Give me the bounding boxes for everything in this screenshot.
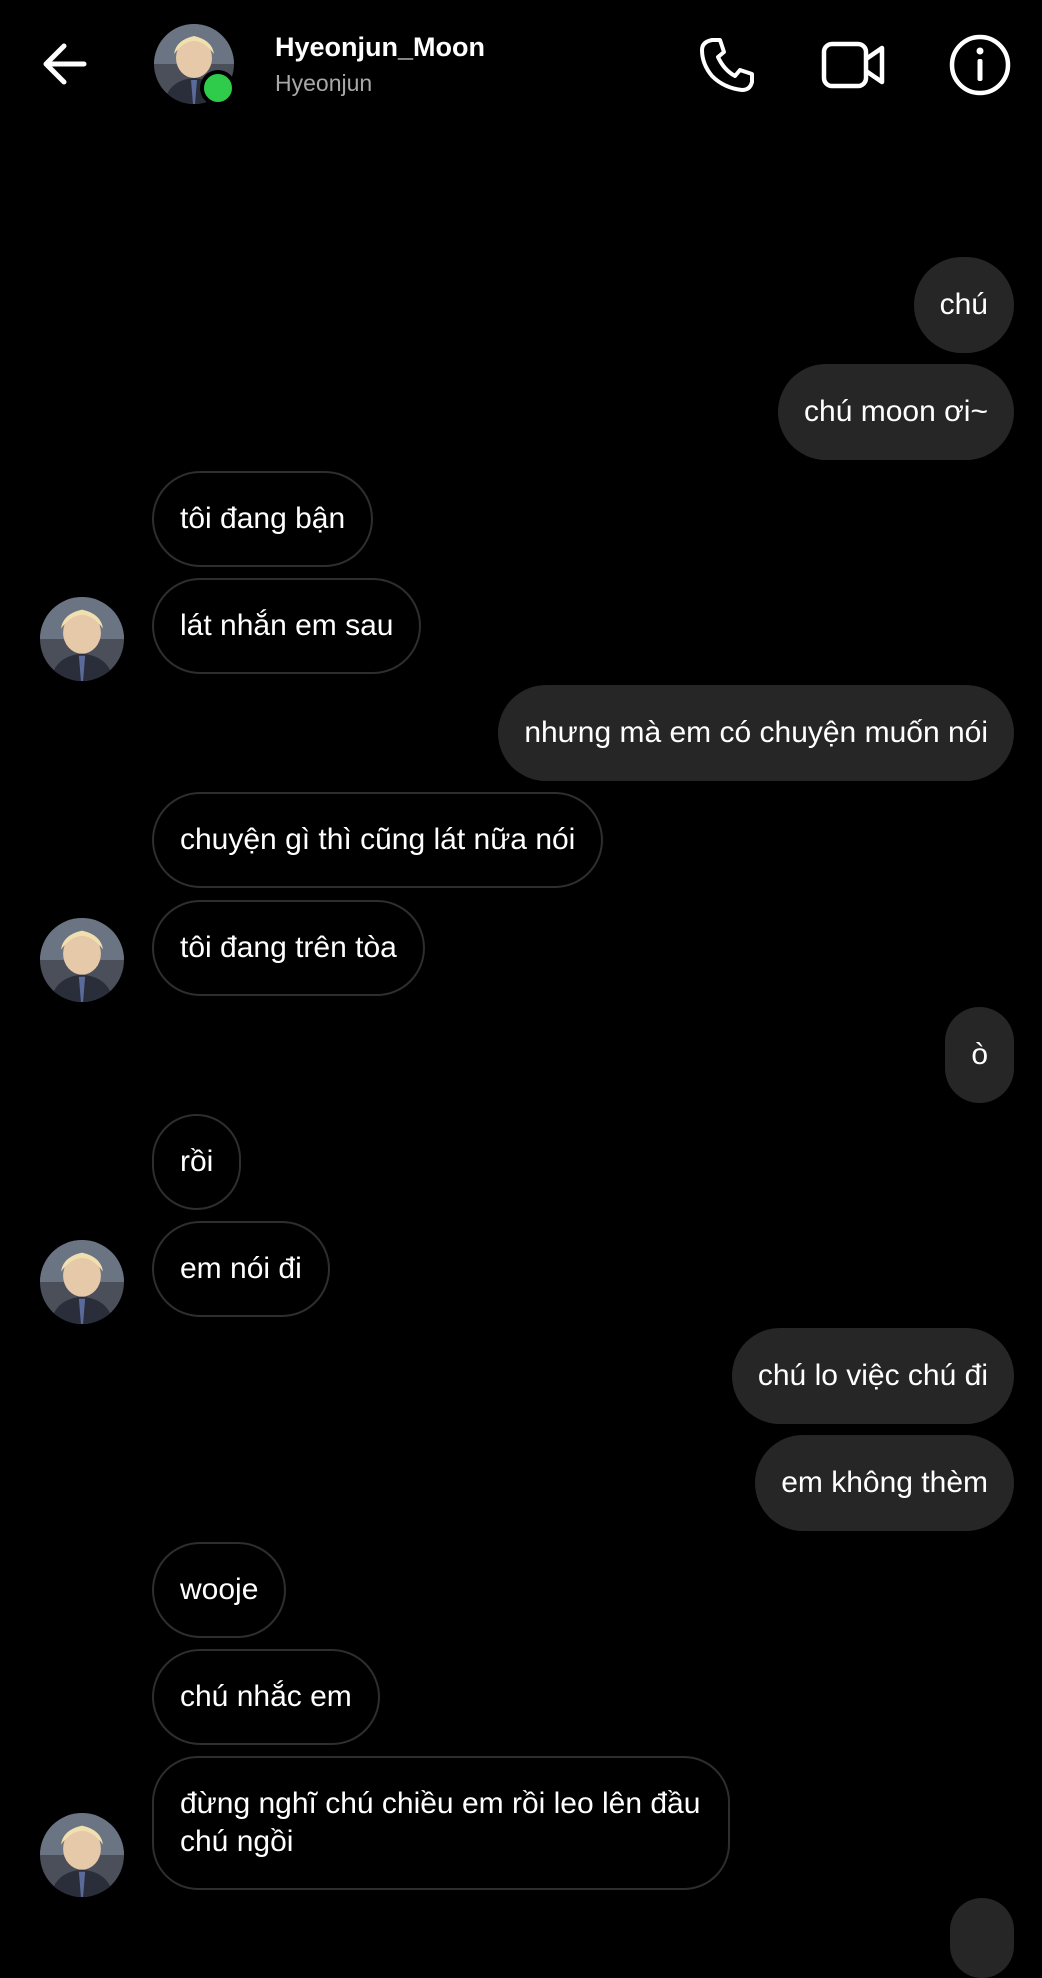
outgoing-message[interactable]: chú lo việc chú đi bbox=[731, 1328, 1014, 1424]
incoming-message[interactable]: tôi đang bận bbox=[152, 471, 374, 567]
back-button[interactable] bbox=[38, 36, 94, 92]
avatar-image bbox=[40, 1240, 124, 1324]
video-call-button[interactable] bbox=[820, 32, 886, 98]
incoming-message[interactable]: rồi bbox=[152, 1114, 242, 1210]
video-camera-icon bbox=[821, 41, 885, 89]
incoming-message[interactable]: wooje bbox=[152, 1542, 287, 1638]
sender-avatar[interactable] bbox=[40, 918, 124, 1002]
call-button[interactable] bbox=[694, 32, 760, 98]
incoming-message[interactable]: lát nhắn em sau bbox=[152, 578, 422, 674]
incoming-message[interactable]: em nói đi bbox=[152, 1221, 330, 1317]
outgoing-message-partial[interactable] bbox=[950, 1898, 1014, 1978]
contact-name[interactable]: Hyeonjun_Moon bbox=[275, 32, 485, 63]
avatar-image bbox=[40, 918, 124, 1002]
info-icon bbox=[949, 34, 1011, 96]
outgoing-message[interactable]: em không thèm bbox=[755, 1435, 1014, 1531]
contact-avatar[interactable] bbox=[154, 24, 236, 106]
sender-avatar[interactable] bbox=[40, 1813, 124, 1897]
phone-icon bbox=[700, 38, 754, 92]
incoming-message[interactable]: tôi đang trên tòa bbox=[152, 900, 425, 996]
arrow-left-icon bbox=[43, 43, 87, 85]
contact-username: Hyeonjun bbox=[275, 70, 373, 96]
avatar-image bbox=[40, 1813, 124, 1897]
outgoing-message[interactable]: ò bbox=[945, 1007, 1014, 1103]
sender-avatar[interactable] bbox=[40, 1240, 124, 1324]
incoming-message[interactable]: chú nhắc em bbox=[152, 1649, 380, 1745]
outgoing-message[interactable]: chú moon ơi~ bbox=[778, 364, 1014, 460]
outgoing-message[interactable]: chú bbox=[913, 257, 1014, 353]
avatar-image bbox=[40, 597, 124, 681]
info-button[interactable] bbox=[947, 32, 1013, 98]
chat-header: Hyeonjun_Moon Hyeonjun bbox=[0, 0, 1042, 130]
online-status-dot bbox=[200, 70, 236, 106]
sender-avatar[interactable] bbox=[40, 597, 124, 681]
incoming-message[interactable]: chuyện gì thì cũng lát nữa nói bbox=[152, 792, 604, 888]
incoming-message[interactable]: đừng nghĩ chú chiều em rồi leo lên đầu c… bbox=[152, 1756, 730, 1890]
outgoing-message[interactable]: nhưng mà em có chuyện muốn nói bbox=[498, 685, 1014, 781]
